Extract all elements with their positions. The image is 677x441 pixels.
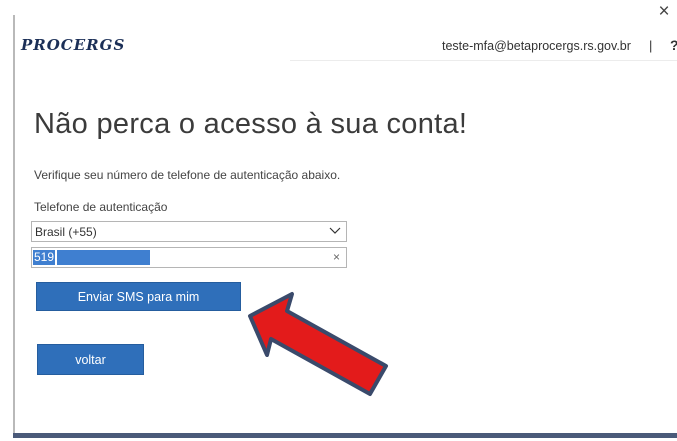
header-divider: [290, 60, 677, 61]
red-arrow-annotation: [248, 292, 388, 396]
close-button[interactable]: ×: [654, 2, 674, 22]
phone-number-input[interactable]: 519 ×: [31, 247, 347, 268]
send-sms-button[interactable]: Enviar SMS para mim: [36, 282, 241, 311]
help-icon[interactable]: ?: [670, 37, 677, 53]
page-title: Não perca o acesso à sua conta!: [34, 108, 468, 140]
phone-number-value: 519: [33, 250, 56, 265]
page-subtitle: Verifique seu número de telefone de aute…: [34, 168, 341, 182]
country-code-value: Brasil (+55): [35, 225, 97, 239]
clear-icon[interactable]: ×: [333, 250, 340, 264]
chevron-down-icon: [329, 227, 341, 234]
country-code-select[interactable]: Brasil (+55): [31, 221, 347, 242]
back-button[interactable]: voltar: [37, 344, 144, 375]
window-left-border: [13, 15, 15, 433]
phone-field-label: Telefone de autenticação: [34, 200, 168, 214]
redacted-phone-digits: [57, 250, 150, 265]
header-separator: |: [649, 38, 653, 53]
logo-text: PROCERGS: [21, 36, 126, 54]
user-email: teste-mfa@betaprocergs.rs.gov.br: [442, 39, 631, 53]
procergs-logo: PROCERGS: [21, 36, 125, 54]
window-bottom-border: [13, 433, 677, 438]
